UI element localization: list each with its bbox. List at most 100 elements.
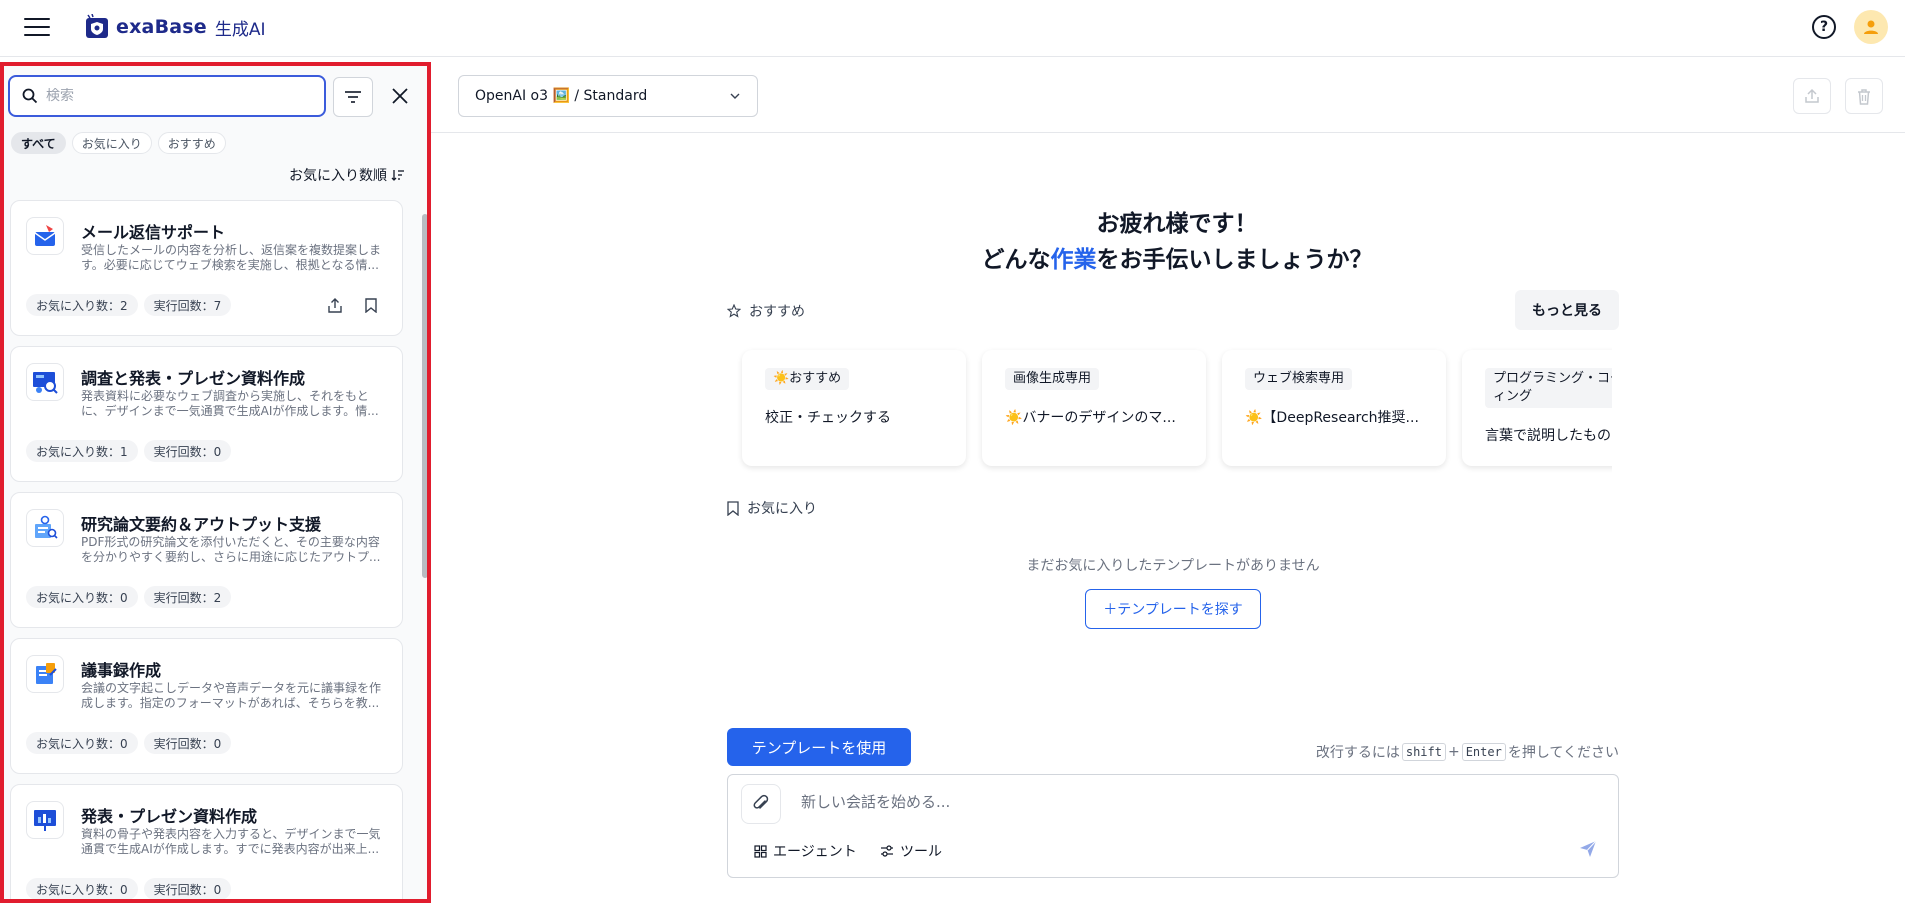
card-title: 研究論文要約＆アウトプット支援 (81, 515, 322, 534)
close-icon (392, 88, 408, 104)
scrollbar-thumb[interactable] (422, 214, 427, 578)
greeting: お疲れ様です！ どんな作業をお手伝いしましょうか？ (727, 206, 1627, 278)
paper-research-icon (26, 509, 64, 547)
card-title: 発表・プレゼン資料作成 (81, 807, 258, 826)
run-count: 実行回数：0 (143, 440, 232, 462)
recommended-card[interactable]: プログラミング・コーディング 言葉で説明したもの (1462, 350, 1612, 466)
grid-icon (754, 844, 767, 858)
card-title: 議事録作成 (81, 661, 162, 680)
filter-button[interactable] (333, 77, 373, 117)
user-icon (1864, 20, 1878, 34)
search-box[interactable] (8, 75, 326, 117)
upload-icon (1805, 88, 1819, 103)
show-more-button[interactable]: もっと見る (1515, 290, 1619, 330)
favorites-count: お気に入り数：2 (26, 294, 138, 316)
paperclip-icon (753, 794, 769, 809)
run-count: 実行回数：2 (143, 586, 232, 608)
greeting-accent: 作業 (1050, 247, 1097, 273)
search-icon (22, 88, 38, 104)
logo-subtitle: 生成AI (214, 19, 266, 40)
card-description: PDF形式の研究論文を添付いただくと、その主要な内容を分かりやすく要約し、さらに… (81, 535, 381, 564)
empty-favorites-message: まだお気に入りしたテンプレートがありません (1026, 558, 1320, 574)
star-icon (727, 304, 741, 318)
chat-toolbar: OpenAI o3 🖼️ / Standard (431, 57, 1905, 133)
mail-icon (26, 217, 64, 255)
logo-text: exaBase (116, 16, 207, 38)
filter-chips: すべて お気に入り おすすめ (11, 132, 226, 154)
export-button[interactable] (1793, 78, 1831, 114)
run-count: 実行回数：7 (143, 294, 232, 316)
chip-all[interactable]: すべて (11, 132, 66, 154)
run-count: 実行回数：0 (143, 878, 232, 899)
recommended-card-text: 校正・チェックする (765, 410, 891, 426)
filter-icon (345, 91, 361, 103)
template-card[interactable]: 議事録作成 会議の文字起こしデータや音声データを元に議事録を作成します。指定のフ… (10, 638, 403, 774)
favorites-heading: お気に入り (727, 498, 817, 518)
share-icon[interactable] (326, 296, 344, 314)
recommended-heading: おすすめ (727, 301, 805, 321)
recommended-card[interactable]: ウェブ検索専用 ☀️【DeepResearch推奨... (1222, 350, 1446, 466)
send-button[interactable] (1578, 839, 1600, 861)
delete-button[interactable] (1845, 78, 1883, 114)
recommended-card[interactable]: 画像生成専用 ☀️バナーのデザインのマ... (982, 350, 1206, 466)
sort-dropdown[interactable]: お気に入り数順 (289, 165, 405, 185)
favorites-count: お気に入り数：1 (26, 440, 138, 462)
agent-button[interactable]: エージェント (754, 841, 857, 861)
menu-icon[interactable] (24, 17, 50, 37)
template-sidebar: すべて お気に入り おすすめ お気に入り数順 メール返信サポート 受信したメール… (0, 62, 431, 903)
favorites-count: お気に入り数：0 (26, 878, 138, 899)
recommended-card-tag: 画像生成専用 (1005, 368, 1100, 390)
send-icon (1580, 840, 1597, 857)
run-count: 実行回数：0 (143, 732, 232, 754)
presentation-icon (26, 801, 64, 839)
template-card[interactable]: 発表・プレゼン資料作成 資料の骨子や発表内容を入力すると、デザインまで一気通貫で… (10, 784, 403, 899)
tools-button[interactable]: ツール (880, 841, 942, 861)
recommended-carousel: ☀️おすすめ 校正・チェックする 画像生成専用 ☀️バナーのデザインのマ... … (732, 345, 1612, 475)
help-icon[interactable]: ? (1812, 15, 1836, 39)
find-template-button[interactable]: ＋テンプレートを探す (1085, 589, 1261, 629)
template-card[interactable]: 調査と発表・プレゼン資料作成 発表資料に必要なウェブ調査から実施し、それをもとに… (10, 346, 403, 482)
recommended-card-tag: ☀️おすすめ (765, 368, 850, 390)
greeting-line-2: どんな作業をお手伝いしましょうか？ (981, 247, 1373, 273)
presentation-search-icon (26, 363, 64, 401)
recommended-card-tag: プログラミング・コーディング (1485, 368, 1612, 408)
message-composer: エージェント ツール (727, 774, 1619, 878)
recommended-card-text: ☀️【DeepResearch推奨... (1245, 410, 1419, 426)
enter-key: Enter (1461, 743, 1506, 761)
card-title: 調査と発表・プレゼン資料作成 (81, 369, 306, 388)
search-input[interactable] (46, 88, 296, 104)
message-input[interactable] (801, 793, 1501, 811)
logo[interactable]: exaBase 生成AI (84, 12, 266, 42)
use-template-button[interactable]: テンプレートを使用 (727, 728, 911, 766)
sidebar-scrollbar[interactable] (421, 204, 427, 899)
model-selector[interactable]: OpenAI o3 🖼️ / Standard (458, 75, 758, 117)
model-label: OpenAI o3 🖼️ / Standard (475, 88, 648, 104)
card-description: 資料の骨子や発表内容を入力すると、デザインまで一気通貫で生成AIが作成します。す… (81, 827, 381, 856)
logo-shield-icon (86, 14, 108, 38)
recommended-card-text: ☀️バナーのデザインのマ... (1005, 410, 1176, 426)
agent-label: エージェント (773, 844, 857, 860)
top-header: exaBase 生成AI ? (0, 0, 1905, 57)
sort-label: お気に入り数順 (289, 168, 387, 184)
shift-key: shift (1401, 743, 1446, 761)
favorites-count: お気に入り数：0 (26, 586, 138, 608)
sliders-icon (881, 845, 893, 857)
bookmark-icon (727, 500, 739, 516)
minutes-icon (26, 655, 64, 693)
template-card[interactable]: メール返信サポート 受信したメールの内容を分析し、返信案を複数提案します。必要に… (10, 200, 403, 336)
card-description: 発表資料に必要なウェブ調査から実施し、それをもとに、デザインまで一気通貫で生成A… (81, 389, 379, 418)
attach-button[interactable] (741, 784, 781, 824)
chip-recommended[interactable]: おすすめ (157, 132, 226, 154)
chip-favorites[interactable]: お気に入り (71, 132, 152, 154)
card-description: 会議の文字起こしデータや音声データを元に議事録を作成します。指定のフォーマットが… (81, 681, 382, 710)
recommended-card[interactable]: ☀️おすすめ 校正・チェックする (742, 350, 966, 466)
chevron-down-icon (730, 93, 740, 99)
newline-hint: 改行するには shift + Enter を押してください (1315, 743, 1619, 761)
avatar[interactable] (1854, 10, 1888, 44)
bookmark-icon[interactable] (362, 296, 380, 314)
recommended-card-text: 言葉で説明したもの (1485, 428, 1611, 444)
greeting-line-1: お疲れ様です！ (1096, 211, 1258, 237)
card-title: メール返信サポート (81, 223, 226, 242)
template-card[interactable]: 研究論文要約＆アウトプット支援 PDF形式の研究論文を添付いただくと、その主要な… (10, 492, 403, 628)
close-sidebar-button[interactable] (384, 80, 416, 112)
